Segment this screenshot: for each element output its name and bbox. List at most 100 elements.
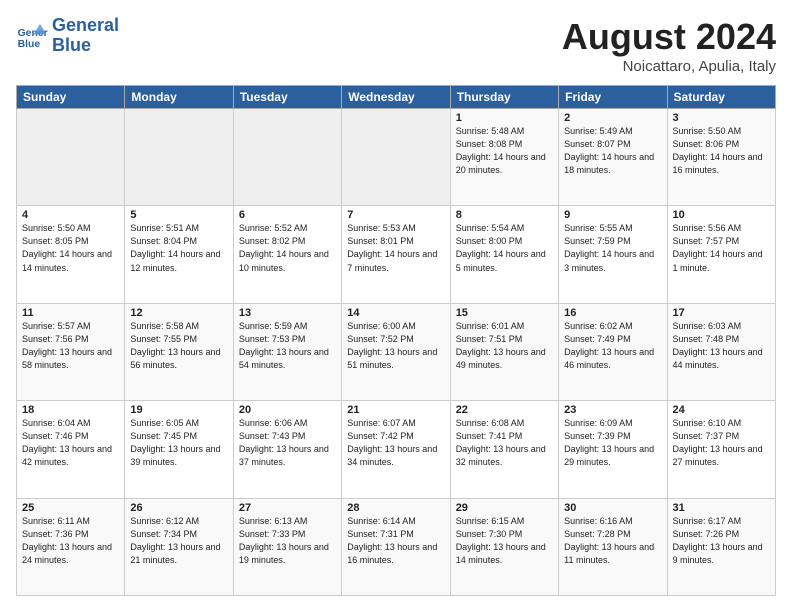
day-number: 26 [130, 502, 227, 514]
day-info: Sunrise: 5:53 AM Sunset: 8:01 PM Dayligh… [347, 222, 444, 274]
calendar-table: SundayMondayTuesdayWednesdayThursdayFrid… [16, 85, 776, 596]
calendar-cell: 8Sunrise: 5:54 AM Sunset: 8:00 PM Daylig… [450, 206, 558, 303]
calendar-cell: 17Sunrise: 6:03 AM Sunset: 7:48 PM Dayli… [667, 303, 775, 400]
day-number: 21 [347, 404, 444, 416]
logo-line1: General [52, 16, 119, 36]
day-number: 16 [564, 307, 661, 319]
day-number: 14 [347, 307, 444, 319]
day-info: Sunrise: 5:55 AM Sunset: 7:59 PM Dayligh… [564, 222, 661, 274]
weekday-header-wednesday: Wednesday [342, 86, 450, 109]
calendar-cell: 9Sunrise: 5:55 AM Sunset: 7:59 PM Daylig… [559, 206, 667, 303]
day-info: Sunrise: 5:48 AM Sunset: 8:08 PM Dayligh… [456, 125, 553, 177]
calendar-header: SundayMondayTuesdayWednesdayThursdayFrid… [17, 86, 776, 109]
calendar-cell: 11Sunrise: 5:57 AM Sunset: 7:56 PM Dayli… [17, 303, 125, 400]
calendar-cell: 6Sunrise: 5:52 AM Sunset: 8:02 PM Daylig… [233, 206, 341, 303]
calendar-cell: 22Sunrise: 6:08 AM Sunset: 7:41 PM Dayli… [450, 401, 558, 498]
day-number: 15 [456, 307, 553, 319]
calendar-cell: 20Sunrise: 6:06 AM Sunset: 7:43 PM Dayli… [233, 401, 341, 498]
weekday-header-saturday: Saturday [667, 86, 775, 109]
svg-text:Blue: Blue [18, 39, 41, 50]
calendar-cell: 18Sunrise: 6:04 AM Sunset: 7:46 PM Dayli… [17, 401, 125, 498]
day-info: Sunrise: 6:02 AM Sunset: 7:49 PM Dayligh… [564, 320, 661, 372]
day-info: Sunrise: 6:00 AM Sunset: 7:52 PM Dayligh… [347, 320, 444, 372]
calendar-cell [125, 109, 233, 206]
calendar-cell: 30Sunrise: 6:16 AM Sunset: 7:28 PM Dayli… [559, 498, 667, 595]
weekday-header-thursday: Thursday [450, 86, 558, 109]
calendar-cell: 23Sunrise: 6:09 AM Sunset: 7:39 PM Dayli… [559, 401, 667, 498]
calendar-week-1: 1Sunrise: 5:48 AM Sunset: 8:08 PM Daylig… [17, 109, 776, 206]
calendar-cell: 27Sunrise: 6:13 AM Sunset: 7:33 PM Dayli… [233, 498, 341, 595]
day-number: 25 [22, 502, 119, 514]
calendar-cell: 24Sunrise: 6:10 AM Sunset: 7:37 PM Dayli… [667, 401, 775, 498]
calendar-cell [233, 109, 341, 206]
calendar-week-2: 4Sunrise: 5:50 AM Sunset: 8:05 PM Daylig… [17, 206, 776, 303]
day-number: 19 [130, 404, 227, 416]
day-info: Sunrise: 5:52 AM Sunset: 8:02 PM Dayligh… [239, 222, 336, 274]
month-title: August 2024 [562, 16, 776, 58]
day-info: Sunrise: 5:56 AM Sunset: 7:57 PM Dayligh… [673, 222, 770, 274]
day-info: Sunrise: 5:57 AM Sunset: 7:56 PM Dayligh… [22, 320, 119, 372]
calendar-cell: 7Sunrise: 5:53 AM Sunset: 8:01 PM Daylig… [342, 206, 450, 303]
calendar-cell [17, 109, 125, 206]
day-number: 9 [564, 209, 661, 221]
calendar-cell: 4Sunrise: 5:50 AM Sunset: 8:05 PM Daylig… [17, 206, 125, 303]
day-number: 12 [130, 307, 227, 319]
day-number: 4 [22, 209, 119, 221]
day-info: Sunrise: 5:50 AM Sunset: 8:05 PM Dayligh… [22, 222, 119, 274]
day-info: Sunrise: 6:01 AM Sunset: 7:51 PM Dayligh… [456, 320, 553, 372]
day-info: Sunrise: 6:04 AM Sunset: 7:46 PM Dayligh… [22, 417, 119, 469]
weekday-header-tuesday: Tuesday [233, 86, 341, 109]
day-number: 18 [22, 404, 119, 416]
day-number: 13 [239, 307, 336, 319]
calendar-cell: 3Sunrise: 5:50 AM Sunset: 8:06 PM Daylig… [667, 109, 775, 206]
weekday-header-sunday: Sunday [17, 86, 125, 109]
calendar-cell: 26Sunrise: 6:12 AM Sunset: 7:34 PM Dayli… [125, 498, 233, 595]
calendar-cell: 28Sunrise: 6:14 AM Sunset: 7:31 PM Dayli… [342, 498, 450, 595]
calendar-cell: 14Sunrise: 6:00 AM Sunset: 7:52 PM Dayli… [342, 303, 450, 400]
calendar-body: 1Sunrise: 5:48 AM Sunset: 8:08 PM Daylig… [17, 109, 776, 596]
day-number: 10 [673, 209, 770, 221]
calendar-cell [342, 109, 450, 206]
header: General Blue General Blue August 2024 No… [16, 16, 776, 75]
day-info: Sunrise: 6:09 AM Sunset: 7:39 PM Dayligh… [564, 417, 661, 469]
calendar-cell: 21Sunrise: 6:07 AM Sunset: 7:42 PM Dayli… [342, 401, 450, 498]
title-block: August 2024 Noicattaro, Apulia, Italy [562, 16, 776, 75]
day-info: Sunrise: 6:07 AM Sunset: 7:42 PM Dayligh… [347, 417, 444, 469]
day-info: Sunrise: 5:49 AM Sunset: 8:07 PM Dayligh… [564, 125, 661, 177]
day-info: Sunrise: 6:17 AM Sunset: 7:26 PM Dayligh… [673, 515, 770, 567]
calendar-cell: 15Sunrise: 6:01 AM Sunset: 7:51 PM Dayli… [450, 303, 558, 400]
day-info: Sunrise: 5:54 AM Sunset: 8:00 PM Dayligh… [456, 222, 553, 274]
day-info: Sunrise: 5:50 AM Sunset: 8:06 PM Dayligh… [673, 125, 770, 177]
day-number: 27 [239, 502, 336, 514]
day-number: 7 [347, 209, 444, 221]
day-info: Sunrise: 6:13 AM Sunset: 7:33 PM Dayligh… [239, 515, 336, 567]
day-number: 29 [456, 502, 553, 514]
calendar-cell: 19Sunrise: 6:05 AM Sunset: 7:45 PM Dayli… [125, 401, 233, 498]
day-info: Sunrise: 6:08 AM Sunset: 7:41 PM Dayligh… [456, 417, 553, 469]
day-number: 11 [22, 307, 119, 319]
day-info: Sunrise: 6:10 AM Sunset: 7:37 PM Dayligh… [673, 417, 770, 469]
day-info: Sunrise: 6:05 AM Sunset: 7:45 PM Dayligh… [130, 417, 227, 469]
page: General Blue General Blue August 2024 No… [0, 0, 792, 612]
calendar-week-5: 25Sunrise: 6:11 AM Sunset: 7:36 PM Dayli… [17, 498, 776, 595]
logo-line2: Blue [52, 36, 119, 56]
weekday-header-monday: Monday [125, 86, 233, 109]
day-number: 23 [564, 404, 661, 416]
day-number: 20 [239, 404, 336, 416]
calendar-cell: 25Sunrise: 6:11 AM Sunset: 7:36 PM Dayli… [17, 498, 125, 595]
calendar-cell: 29Sunrise: 6:15 AM Sunset: 7:30 PM Dayli… [450, 498, 558, 595]
day-number: 24 [673, 404, 770, 416]
calendar-cell: 2Sunrise: 5:49 AM Sunset: 8:07 PM Daylig… [559, 109, 667, 206]
day-info: Sunrise: 6:15 AM Sunset: 7:30 PM Dayligh… [456, 515, 553, 567]
day-number: 28 [347, 502, 444, 514]
day-info: Sunrise: 6:11 AM Sunset: 7:36 PM Dayligh… [22, 515, 119, 567]
logo-text: General Blue [52, 16, 119, 56]
day-number: 17 [673, 307, 770, 319]
day-info: Sunrise: 6:16 AM Sunset: 7:28 PM Dayligh… [564, 515, 661, 567]
day-number: 22 [456, 404, 553, 416]
day-number: 2 [564, 112, 661, 124]
calendar-cell: 16Sunrise: 6:02 AM Sunset: 7:49 PM Dayli… [559, 303, 667, 400]
general-blue-icon: General Blue [16, 20, 48, 52]
day-number: 1 [456, 112, 553, 124]
day-number: 3 [673, 112, 770, 124]
